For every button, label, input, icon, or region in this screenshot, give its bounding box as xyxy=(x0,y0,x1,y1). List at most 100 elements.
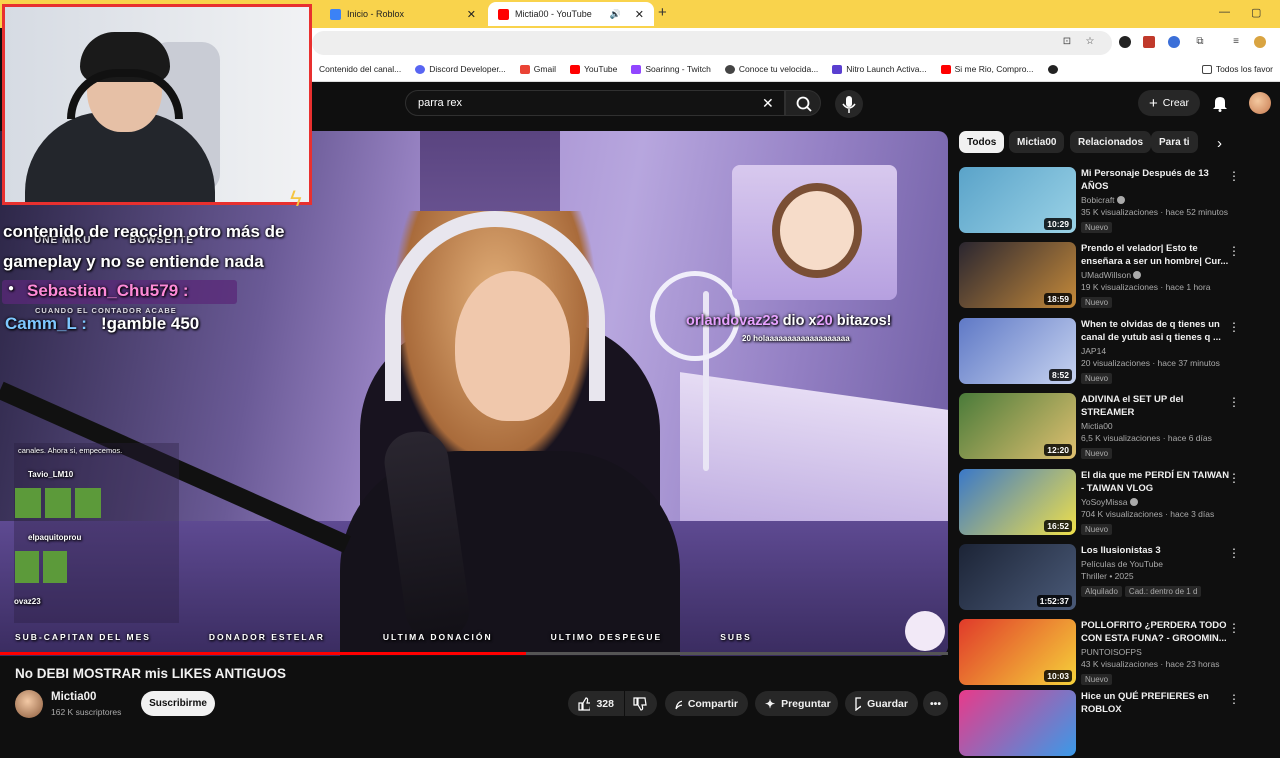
video-stats: 6,5 K visualizaciones · hace 6 días xyxy=(1081,433,1212,443)
extension-icon[interactable] xyxy=(1168,36,1180,48)
more-options-icon[interactable]: ⋮ xyxy=(1228,395,1240,409)
chip-para-ti[interactable]: Para ti xyxy=(1151,131,1198,153)
recommended-video[interactable]: 12:20 ADIVINA el SET UP del STREAMER Mic… xyxy=(958,393,1268,461)
install-app-icon[interactable]: ⊡ xyxy=(1061,36,1073,48)
recommended-video[interactable]: 18:59 Prendo el velador| Esto te enseñar… xyxy=(958,242,1268,310)
subscribe-button[interactable]: Suscribirme xyxy=(141,691,215,716)
share-button[interactable]: Compartir xyxy=(665,691,748,716)
more-options-icon[interactable]: ⋮ xyxy=(1228,471,1240,485)
globe-icon xyxy=(1047,64,1058,74)
video-thumbnail[interactable]: 12:20 xyxy=(959,393,1076,459)
dislike-button[interactable] xyxy=(625,691,657,716)
bell-icon xyxy=(1213,97,1227,112)
account-avatar[interactable] xyxy=(1249,92,1271,114)
bookmark-item[interactable]: Soarinng - Twitch xyxy=(624,64,718,74)
chat-user-a: Tavio_LM10 xyxy=(28,470,74,479)
profile-icon[interactable] xyxy=(1254,36,1266,48)
recommended-video[interactable]: 1:52:37 Los Ilusionistas 3 Películas de … xyxy=(958,544,1268,612)
video-thumbnail[interactable]: 18:59 xyxy=(959,242,1076,308)
recommended-video[interactable]: 8:52 When te olvidas de q tienes un cana… xyxy=(958,318,1268,386)
video-thumbnail[interactable]: 16:52 xyxy=(959,469,1076,535)
bookmark-item[interactable]: Gmail xyxy=(513,64,563,74)
chip-todos[interactable]: Todos xyxy=(959,131,1005,153)
close-tab-icon[interactable]: ✕ xyxy=(467,8,476,21)
video-channel[interactable]: PUNTOISOFPS xyxy=(1081,647,1231,657)
video-title[interactable]: Mi Personaje Después de 13 AÑOS xyxy=(1081,167,1231,193)
video-title[interactable]: ADIVINA el SET UP del STREAMER xyxy=(1081,393,1231,419)
video-thumbnail[interactable]: 1:52:37 xyxy=(959,544,1076,610)
video-title[interactable]: Hice un QUÉ PREFIERES en ROBLOX xyxy=(1081,690,1231,716)
discord-icon xyxy=(415,64,426,74)
video-badges: Alquilado Cad.: dentro de 1 d xyxy=(1081,581,1231,599)
bookmark-star-icon[interactable]: ☆ xyxy=(1084,36,1096,48)
bookmark-item[interactable]: Nitro Launch Activa... xyxy=(825,64,933,74)
chip-relacionados[interactable]: Relacionados xyxy=(1070,131,1152,153)
video-channel[interactable]: UMadWillson xyxy=(1081,270,1231,280)
create-button[interactable]: + Crear xyxy=(1138,90,1200,116)
chips-next-icon[interactable]: › xyxy=(1217,135,1222,152)
video-thumbnail[interactable]: 10:03 xyxy=(959,619,1076,685)
video-stats: 20 visualizaciones · hace 37 minutos xyxy=(1081,358,1220,368)
video-title[interactable]: When te olvidas de q tienes un canal de … xyxy=(1081,318,1231,344)
channel-name[interactable]: Mictia00 xyxy=(51,691,96,703)
channel-avatar[interactable] xyxy=(15,690,43,718)
like-button[interactable]: 328 xyxy=(568,691,624,716)
share-icon xyxy=(675,700,682,710)
ask-button[interactable]: ✦ Preguntar xyxy=(755,691,838,716)
bookmark-item[interactable]: Si me Rio, Compro... xyxy=(934,64,1041,74)
video-channel[interactable]: Mictia00 xyxy=(1081,421,1231,431)
all-bookmarks[interactable]: Todos los favor xyxy=(1195,64,1280,74)
maximize-icon[interactable]: ▢ xyxy=(1251,6,1261,19)
speedtest-icon xyxy=(724,64,735,74)
speaker-icon[interactable]: 🔊 xyxy=(610,9,621,20)
save-button[interactable]: Guardar xyxy=(845,691,918,716)
extensions-puzzle-icon[interactable]: ⧉ xyxy=(1194,36,1206,48)
tab-roblox[interactable]: Inicio - Roblox ✕ xyxy=(320,2,486,26)
bookmark-item[interactable]: Discord Developer... xyxy=(408,64,513,74)
video-title[interactable]: Prendo el velador| Esto te enseñara a se… xyxy=(1081,242,1231,268)
search-button[interactable] xyxy=(785,90,821,116)
search-input[interactable]: parra rex xyxy=(405,90,785,116)
bookmark-item[interactable] xyxy=(1041,64,1065,74)
recommended-video[interactable]: Hice un QUÉ PREFIERES en ROBLOX ⋮ xyxy=(958,690,1268,758)
video-thumbnail[interactable] xyxy=(959,690,1076,756)
tab-youtube[interactable]: Mictia00 - YouTube 🔊 ✕ xyxy=(488,2,654,26)
video-thumbnail[interactable]: 8:52 xyxy=(959,318,1076,384)
reading-list-icon[interactable]: ≡ xyxy=(1230,36,1242,48)
voice-search-button[interactable] xyxy=(835,90,863,118)
video-badge: Cad.: dentro de 1 d xyxy=(1124,586,1202,597)
bookmark-item[interactable]: YouTube xyxy=(563,64,624,74)
more-options-icon[interactable]: ⋮ xyxy=(1228,621,1240,635)
youtube-icon xyxy=(940,64,951,74)
more-options-icon[interactable]: ⋮ xyxy=(1228,320,1240,334)
more-options-icon[interactable]: ⋮ xyxy=(1228,169,1240,183)
more-options-icon[interactable]: ⋮ xyxy=(1228,546,1240,560)
extension-icon[interactable] xyxy=(1119,36,1131,48)
address-bar[interactable] xyxy=(312,31,1112,55)
close-tab-icon[interactable]: ✕ xyxy=(635,8,644,21)
minimize-icon[interactable]: — xyxy=(1219,6,1230,18)
more-options-icon[interactable]: ⋮ xyxy=(1228,692,1240,706)
video-channel[interactable]: JAP14 xyxy=(1081,346,1231,356)
bookmark-item[interactable]: Contenido del canal... xyxy=(312,64,408,74)
recommended-video[interactable]: 10:29 Mi Personaje Después de 13 AÑOS Bo… xyxy=(958,167,1268,235)
extension-icon[interactable] xyxy=(1143,36,1155,48)
recommended-video[interactable]: 16:52 El dia que me PERDÍ EN TAIWAN - TA… xyxy=(958,469,1268,537)
new-tab-button[interactable]: + xyxy=(658,4,667,21)
video-channel[interactable]: YoSoyMissa xyxy=(1081,497,1231,507)
video-channel[interactable]: Películas de YouTube xyxy=(1081,559,1231,569)
notifications-button[interactable] xyxy=(1212,94,1228,112)
video-title[interactable]: Los Ilusionistas 3 xyxy=(1081,544,1231,557)
more-actions-button[interactable]: ••• xyxy=(923,691,948,716)
video-title[interactable]: El dia que me PERDÍ EN TAIWAN - TAIWAN V… xyxy=(1081,469,1231,495)
recommended-video[interactable]: 10:03 POLLOFRITO ¿PERDERA TODO CON ESTA … xyxy=(958,619,1268,687)
clear-search-icon[interactable]: ✕ xyxy=(762,95,774,112)
video-thumbnail[interactable]: 10:29 xyxy=(959,167,1076,233)
chip-mictia00[interactable]: Mictia00 xyxy=(1009,131,1065,153)
more-options-icon[interactable]: ⋮ xyxy=(1228,244,1240,258)
video-title[interactable]: POLLOFRITO ¿PERDERA TODO CON ESTA FUNA? … xyxy=(1081,619,1231,645)
video-channel[interactable]: Bobicraft xyxy=(1081,195,1231,205)
bookmark-item[interactable]: Conoce tu velocida... xyxy=(718,64,825,74)
video-player[interactable]: UNE MIKU BOWSETTE contenido de reaccion … xyxy=(0,131,948,656)
video-badge: Nuevo xyxy=(1081,524,1113,535)
